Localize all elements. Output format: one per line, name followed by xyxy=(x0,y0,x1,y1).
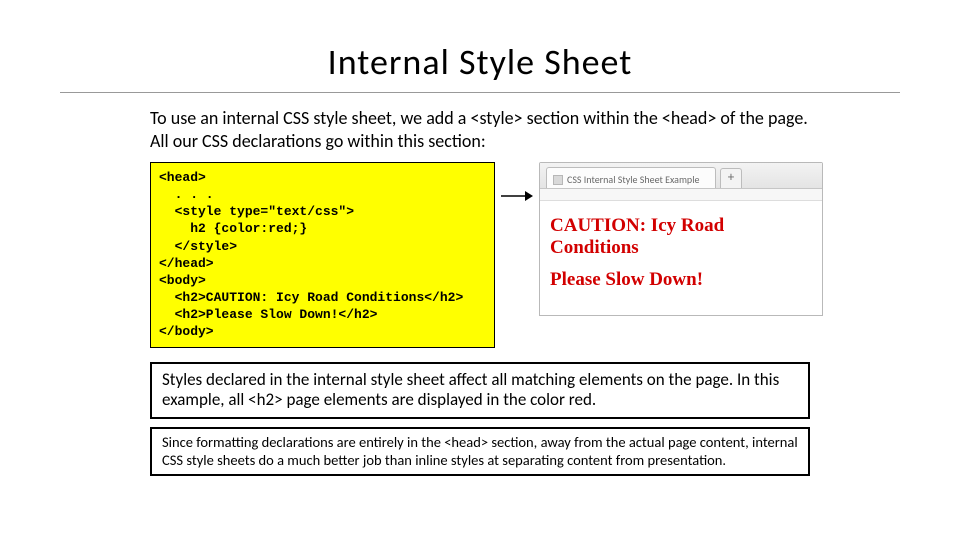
code-line: <body> xyxy=(159,273,206,288)
title-rule xyxy=(60,92,900,93)
browser-tabbar: CSS Internal Style Sheet Example + xyxy=(540,163,822,189)
note-box: Styles declared in the internal style sh… xyxy=(150,362,810,419)
code-line: </body> xyxy=(159,324,214,339)
arrow-right-icon xyxy=(501,188,533,204)
note-box-secondary: Since formatting declarations are entire… xyxy=(150,427,810,476)
code-line: <head> xyxy=(159,170,206,185)
browser-window: CSS Internal Style Sheet Example + CAUTI… xyxy=(539,162,823,316)
code-line: <style type="text/css"> xyxy=(159,204,354,219)
page-title: Internal Style Sheet xyxy=(60,40,900,84)
favicon-icon xyxy=(553,175,563,185)
slide: Internal Style Sheet To use an internal … xyxy=(0,0,960,496)
browser-column: CSS Internal Style Sheet Example + CAUTI… xyxy=(539,162,823,316)
main-row: <head> . . . <style type="text/css"> h2 … xyxy=(60,162,900,348)
intro-paragraph: To use an internal CSS style sheet, we a… xyxy=(60,107,900,162)
rendered-h2: CAUTION: Icy Road Conditions xyxy=(550,215,812,259)
new-tab-button[interactable]: + xyxy=(720,168,742,188)
code-box: <head> . . . <style type="text/css"> h2 … xyxy=(150,162,495,348)
arrow-column xyxy=(501,162,533,204)
code-line: . . . xyxy=(159,187,214,202)
browser-toolbar xyxy=(540,189,822,201)
browser-viewport: CAUTION: Icy Road Conditions Please Slow… xyxy=(540,201,822,315)
browser-tab-title: CSS Internal Style Sheet Example xyxy=(567,173,699,186)
browser-tab[interactable]: CSS Internal Style Sheet Example xyxy=(546,167,716,188)
code-line: h2 {color:red;} xyxy=(159,221,307,236)
code-line: <h2>CAUTION: Icy Road Conditions</h2> xyxy=(159,290,463,305)
code-line: </head> xyxy=(159,256,214,271)
rendered-h2: Please Slow Down! xyxy=(550,269,812,291)
code-line: </style> xyxy=(159,239,237,254)
code-line: <h2>Please Slow Down!</h2> xyxy=(159,307,377,322)
